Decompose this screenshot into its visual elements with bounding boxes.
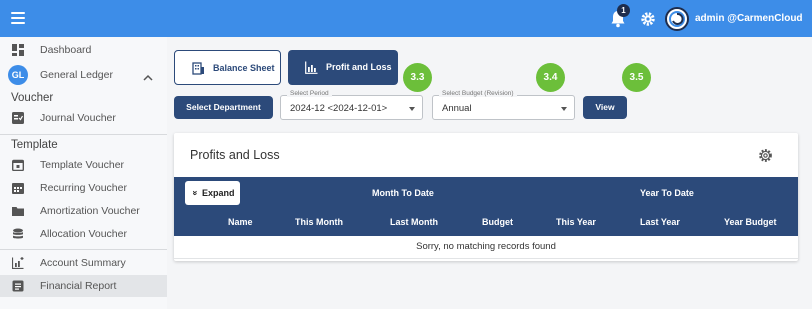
sidebar-item-label: General Ledger — [40, 69, 113, 81]
table-settings-gear-icon[interactable] — [758, 148, 773, 163]
folder-icon — [12, 207, 24, 216]
sidebar-item-allocation-voucher[interactable]: Allocation Voucher — [0, 223, 167, 245]
step-badge-3-5: 3.5 — [622, 63, 651, 92]
column-header-last-year[interactable]: Last Year — [640, 217, 680, 227]
menu-icon[interactable] — [11, 12, 25, 24]
group-header-year-to-date: Year To Date — [640, 188, 694, 198]
sidebar-item-amortization-voucher[interactable]: Amortization Voucher — [0, 200, 167, 222]
table-divider — [174, 258, 798, 259]
sidebar-item-label: Allocation Voucher — [40, 228, 127, 240]
profit-loss-report-card: Profits and Loss » Expand Month To Date … — [174, 133, 798, 261]
period-select-value: 2024-12 <2024-12-01> — [290, 103, 388, 114]
section-title-template: Template — [11, 139, 58, 151]
sidebar-item-recurring-voucher[interactable]: Recurring Voucher — [0, 177, 167, 199]
sidebar-item-account-summary[interactable]: Account Summary — [0, 252, 167, 274]
database-icon — [13, 228, 23, 239]
dropdown-arrow-icon — [561, 107, 567, 111]
table-header: » Expand Month To Date Year To Date Name… — [174, 177, 798, 236]
top-app-bar: 1 admin @CarmenCloud — [0, 0, 812, 37]
step-badge-3-3: 3.3 — [403, 63, 432, 92]
notification-count-badge: 1 — [617, 4, 630, 17]
period-select-legend: Select Period — [287, 90, 332, 97]
sidebar-item-label: Journal Voucher — [40, 112, 116, 124]
budget-select[interactable]: Select Budget (Revision) Annual — [432, 90, 575, 120]
period-select[interactable]: Select Period 2024-12 <2024-12-01> — [280, 90, 423, 120]
sidebar-item-label: Financial Report — [40, 280, 117, 292]
sidebar-divider — [0, 134, 167, 135]
expand-label: Expand — [202, 188, 235, 198]
sidebar-item-label: Template Voucher — [40, 159, 125, 171]
chevron-up-icon[interactable] — [143, 74, 153, 82]
budget-select-legend: Select Budget (Revision) — [439, 90, 517, 97]
sidebar-item-dashboard[interactable]: Dashboard — [0, 39, 167, 61]
column-header-budget[interactable]: Budget — [482, 217, 513, 227]
dropdown-arrow-icon — [409, 107, 415, 111]
calendar-grid-icon — [12, 183, 24, 194]
view-button[interactable]: View — [583, 96, 627, 119]
report-title: Profits and Loss — [190, 148, 280, 162]
chart-icon — [12, 257, 24, 269]
tab-label: Balance Sheet — [213, 63, 275, 73]
double-chevron-down-icon: » — [190, 190, 201, 196]
column-header-name[interactable]: Name — [228, 217, 253, 227]
step-badge-3-4: 3.4 — [536, 63, 565, 92]
section-title-voucher: Voucher — [11, 92, 54, 104]
column-header-this-month[interactable]: This Month — [295, 217, 343, 227]
user-name-label[interactable]: admin @CarmenCloud — [695, 13, 803, 24]
chart-icon — [305, 61, 318, 74]
sidebar-divider — [0, 249, 167, 250]
column-header-year-budget[interactable]: Year Budget — [724, 217, 777, 227]
tab-label: Profit and Loss — [326, 62, 392, 72]
balance-sheet-tab[interactable]: Balance Sheet — [174, 50, 281, 85]
dashboard-icon — [12, 44, 24, 56]
select-department-button[interactable]: Select Department — [174, 96, 273, 119]
column-header-this-year[interactable]: This Year — [556, 217, 596, 227]
column-header-last-month[interactable]: Last Month — [390, 217, 438, 227]
settings-gear-icon[interactable] — [640, 11, 656, 27]
sidebar-item-label: Recurring Voucher — [40, 182, 127, 194]
profit-and-loss-tab[interactable]: Profit and Loss — [288, 50, 398, 85]
expand-button[interactable]: » Expand — [185, 181, 240, 205]
sidebar-item-label: Account Summary — [40, 257, 126, 269]
sidebar-item-financial-report[interactable]: Financial Report — [0, 275, 167, 297]
building-icon — [192, 62, 204, 75]
empty-table-message: Sorry, no matching records found — [416, 241, 556, 252]
sidebar-item-journal-voucher[interactable]: Journal Voucher — [0, 107, 167, 129]
sidebar-item-label: Dashboard — [40, 44, 92, 56]
report-icon — [12, 280, 24, 292]
sidebar: Dashboard GL General Ledger Voucher Jour… — [0, 37, 167, 309]
sidebar-item-general-ledger[interactable]: General Ledger — [0, 64, 167, 86]
budget-select-value: Annual — [442, 103, 472, 114]
sidebar-item-label: Amortization Voucher — [40, 205, 140, 217]
journal-voucher-icon — [12, 112, 24, 124]
sidebar-item-template-voucher[interactable]: Template Voucher — [0, 154, 167, 176]
calendar-icon — [12, 159, 24, 171]
user-avatar[interactable] — [665, 7, 689, 31]
group-header-month-to-date: Month To Date — [372, 188, 434, 198]
user-logo-icon — [669, 11, 685, 27]
